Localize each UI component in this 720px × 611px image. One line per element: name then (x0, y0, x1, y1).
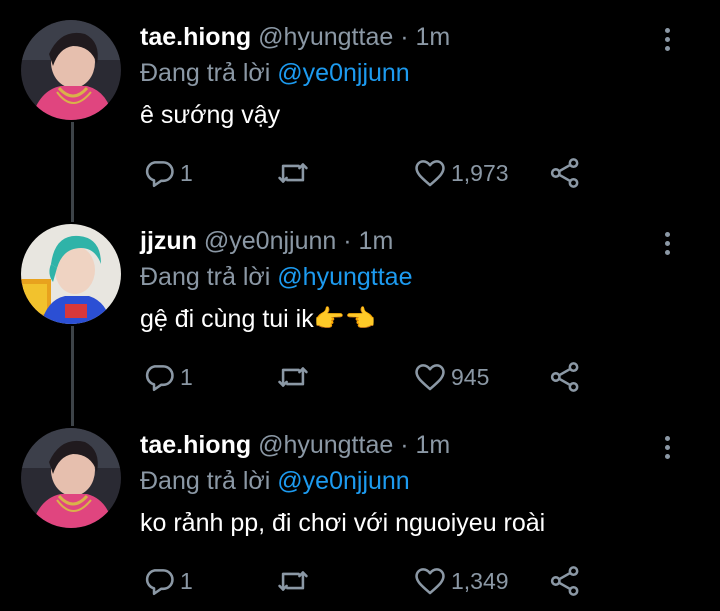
tweet-text: gệ đi cùng tui ik👉👈 (140, 305, 376, 333)
reply-button[interactable]: 1 (142, 564, 193, 598)
retweet-button[interactable] (275, 564, 311, 598)
share-button[interactable] (548, 156, 582, 190)
tweet-header: tae.hiong @hyungttae · 1m (140, 430, 450, 460)
like-count: 945 (451, 363, 490, 390)
reply-mention[interactable]: @hyungttae (277, 263, 412, 291)
reply-prefix: Đang trả lời (140, 263, 271, 291)
reply-icon (145, 161, 174, 188)
replying-to: Đang trả lời @ye0njjunn (140, 466, 410, 496)
reply-count: 1 (180, 363, 193, 390)
share-icon (550, 158, 579, 188)
retweet-icon (278, 367, 308, 387)
timestamp[interactable]: 1m (359, 227, 394, 255)
separator-dot: · (400, 23, 409, 51)
display-name[interactable]: tae.hiong (140, 431, 251, 459)
reply-icon (145, 365, 174, 392)
reply-button[interactable]: 1 (142, 360, 193, 394)
avatar[interactable] (21, 224, 121, 324)
more-vertical-icon[interactable] (659, 433, 675, 463)
thread-line (71, 122, 74, 222)
user-handle[interactable]: @ye0njjunn (204, 227, 336, 255)
reply-count: 1 (180, 567, 193, 594)
reply-count: 1 (180, 159, 193, 186)
reply-mention[interactable]: @ye0njjunn (277, 467, 409, 495)
timestamp[interactable]: 1m (416, 23, 451, 51)
reply-prefix: Đang trả lời (140, 467, 271, 495)
display-name[interactable]: jjzun (140, 227, 197, 255)
reply-button[interactable]: 1 (142, 156, 193, 190)
reply-mention[interactable]: @ye0njjunn (277, 59, 409, 87)
like-button[interactable]: 1,349 (413, 564, 509, 598)
replying-to: Đang trả lời @ye0njjunn (140, 58, 410, 88)
reply-prefix: Đang trả lời (140, 59, 271, 87)
share-button[interactable] (548, 564, 582, 598)
retweet-button[interactable] (275, 360, 311, 394)
thread-line (71, 326, 74, 426)
tweet-header: jjzun @ye0njjunn · 1m (140, 226, 393, 256)
avatar[interactable] (21, 20, 121, 120)
more-vertical-icon[interactable] (659, 229, 675, 259)
like-count: 1,973 (451, 159, 509, 186)
heart-icon (415, 160, 445, 187)
retweet-icon (278, 163, 308, 183)
retweet-icon (278, 571, 308, 591)
avatar[interactable] (21, 428, 121, 528)
separator-dot: · (343, 227, 352, 255)
share-icon (550, 362, 579, 392)
more-vertical-icon[interactable] (659, 25, 675, 55)
like-count: 1,349 (451, 567, 509, 594)
separator-dot: · (400, 431, 409, 459)
share-icon (550, 566, 579, 596)
tweet-header: tae.hiong @hyungttae · 1m (140, 22, 450, 52)
like-button[interactable]: 1,973 (413, 156, 509, 190)
reply-icon (145, 569, 174, 596)
replying-to: Đang trả lời @hyungttae (140, 262, 413, 292)
timestamp[interactable]: 1m (416, 431, 451, 459)
share-button[interactable] (548, 360, 582, 394)
heart-icon (415, 364, 445, 391)
tweet-text: ko rảnh pp, đi chơi với nguoiyeu roài (140, 509, 546, 537)
like-button[interactable]: 945 (413, 360, 489, 394)
heart-icon (415, 568, 445, 595)
user-handle[interactable]: @hyungttae (258, 23, 393, 51)
tweet-text: ê sướng vậy (140, 101, 281, 129)
display-name[interactable]: tae.hiong (140, 23, 251, 51)
user-handle[interactable]: @hyungttae (258, 431, 393, 459)
retweet-button[interactable] (275, 156, 311, 190)
